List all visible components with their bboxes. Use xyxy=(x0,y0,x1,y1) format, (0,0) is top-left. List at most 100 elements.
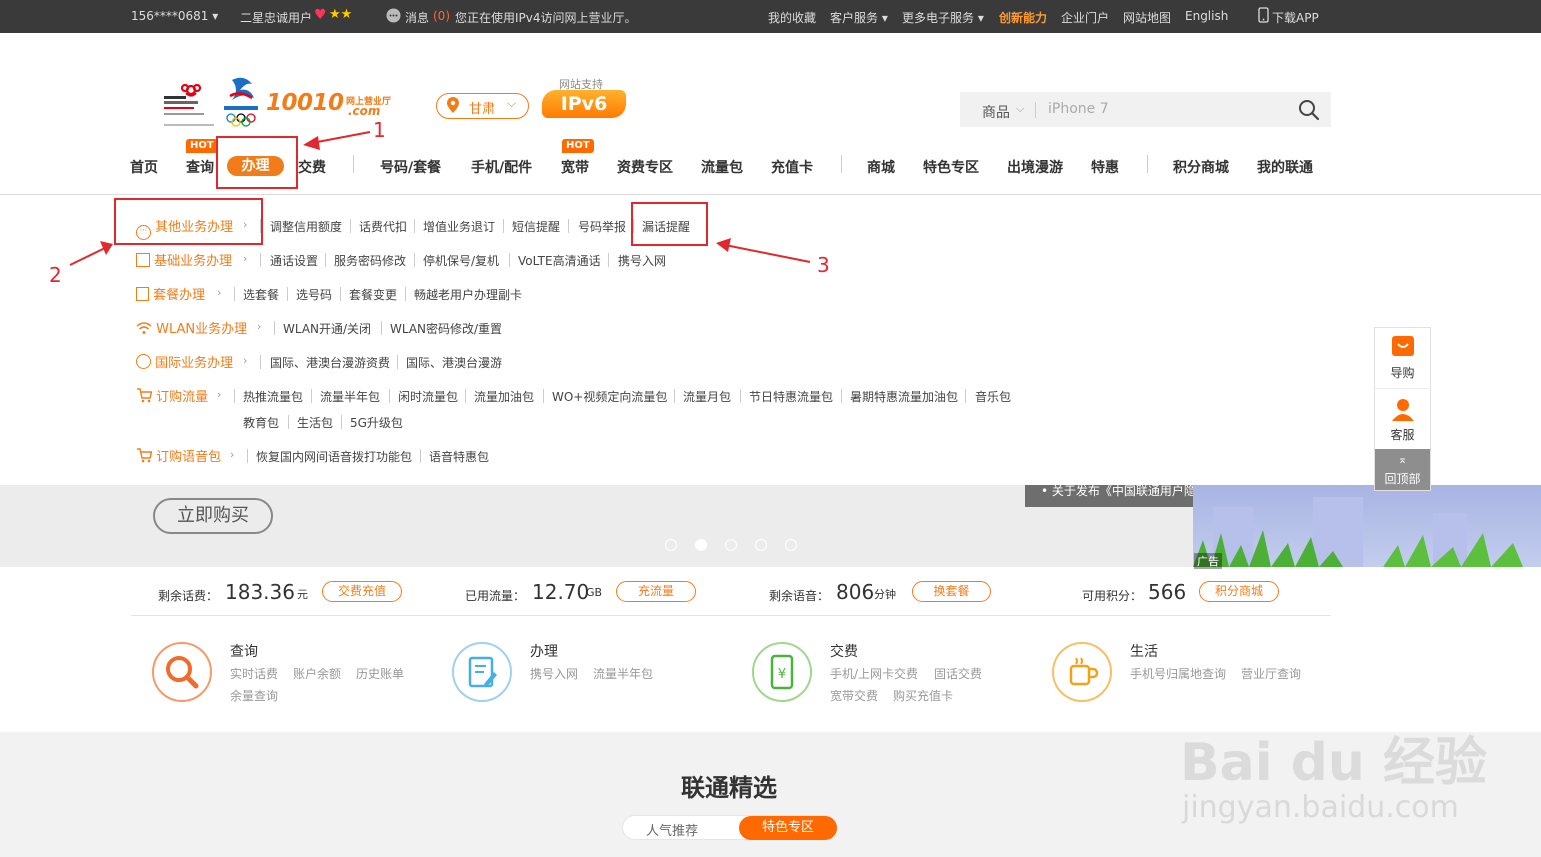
pay-service-title[interactable]: 交费 xyxy=(830,641,858,661)
menu-link[interactable]: 生活包 xyxy=(297,414,333,431)
menu-link[interactable]: WLAN密码修改/重置 xyxy=(390,320,502,337)
customer-service-label[interactable]: 客服 xyxy=(1375,426,1430,443)
menu-link[interactable]: WO+视频定向流量包 xyxy=(552,388,667,405)
balance-value: 183.36 xyxy=(225,580,295,604)
arrow-up-icon: ⌅ xyxy=(1397,453,1408,466)
service-link[interactable]: 账户余额 xyxy=(293,665,341,682)
service-link[interactable]: 宽带交费 xyxy=(830,687,878,704)
chevron-right-icon: › xyxy=(230,448,235,461)
carousel-dot-active[interactable] xyxy=(695,539,707,551)
chevron-right-icon: › xyxy=(217,388,222,401)
service-link[interactable]: 余量查询 xyxy=(230,687,278,704)
grass-illustration xyxy=(1193,497,1523,567)
menu-link[interactable]: 流量加油包 xyxy=(474,388,534,405)
pay-service-icon[interactable]: ¥ xyxy=(752,642,812,702)
divider xyxy=(397,355,398,369)
back-to-top-button[interactable]: ⌅ 回顶部 xyxy=(1375,449,1430,490)
handle-service-icon[interactable] xyxy=(452,642,512,702)
voice-value: 806 xyxy=(836,580,875,604)
buy-now-button[interactable]: 立即购买 xyxy=(153,498,273,534)
menu-link[interactable]: 国际、港澳台漫游 xyxy=(406,354,502,371)
tab-popular[interactable]: 人气推荐 xyxy=(646,820,698,839)
voice-label: 剩余语音： xyxy=(769,589,830,603)
menu-link[interactable]: 流量半年包 xyxy=(320,388,380,405)
menu-link[interactable]: 国际、港澳台漫游资费 xyxy=(270,354,390,371)
traffic-value: 12.70 xyxy=(532,580,590,604)
life-service-title[interactable]: 生活 xyxy=(1130,641,1158,661)
service-link[interactable]: 实时话费 xyxy=(230,665,278,682)
query-service-icon[interactable] xyxy=(152,642,212,702)
customer-service-icon[interactable] xyxy=(1390,396,1416,426)
points-mall-button[interactable]: 积分商城 xyxy=(1199,581,1279,602)
query-service-title[interactable]: 查询 xyxy=(230,641,258,661)
cart-icon xyxy=(136,388,153,407)
divider xyxy=(260,355,261,369)
menu-link[interactable]: 闲时流量包 xyxy=(398,388,458,405)
service-link[interactable]: 固话交费 xyxy=(934,665,982,682)
annotation-label: 2 xyxy=(49,263,62,287)
menu-category-traffic[interactable]: 订购流量 xyxy=(136,386,208,407)
menu-link[interactable]: 5G升级包 xyxy=(350,414,403,431)
menu-link[interactable]: WLAN开通/关闭 xyxy=(283,320,371,337)
carousel-dot[interactable] xyxy=(665,539,677,551)
divider xyxy=(465,389,466,403)
menu-link[interactable]: 热推流量包 xyxy=(243,388,303,405)
annotation-label: 1 xyxy=(373,118,386,142)
menu-link[interactable]: 流量月包 xyxy=(683,388,731,405)
shopping-guide-icon[interactable] xyxy=(1392,336,1414,356)
globe-icon xyxy=(136,354,151,369)
service-link[interactable]: 流量半年包 xyxy=(593,665,653,682)
ad-image[interactable] xyxy=(1193,485,1541,567)
divider xyxy=(1375,388,1430,389)
life-service-icon[interactable] xyxy=(1052,642,1112,702)
tab-special[interactable]: 特色专区 xyxy=(739,816,837,840)
service-link[interactable]: 手机/上网卡交费 xyxy=(830,665,918,682)
carousel-dot[interactable] xyxy=(755,539,767,551)
service-link[interactable]: 购买充值卡 xyxy=(893,687,953,704)
buy-traffic-button[interactable]: 充流量 xyxy=(616,581,696,602)
change-plan-button[interactable]: 换套餐 xyxy=(912,581,991,602)
service-link[interactable]: 营业厅查询 xyxy=(1241,665,1301,682)
side-float-panel: 导购 客服 ⌅ 回顶部 xyxy=(1374,327,1431,491)
carousel-dot[interactable] xyxy=(785,539,797,551)
menu-link[interactable]: 教育包 xyxy=(243,414,279,431)
service-link[interactable]: 历史账单 xyxy=(356,665,404,682)
menu-link[interactable]: 暑期特惠流量加油包 xyxy=(850,388,958,405)
back-to-top-label: 回顶部 xyxy=(1384,472,1421,486)
shopping-guide-label[interactable]: 导购 xyxy=(1375,364,1430,381)
divider xyxy=(841,389,842,403)
annotation-arrows xyxy=(69,131,811,266)
menu-category-voice[interactable]: 订购语音包 xyxy=(136,446,221,467)
baidu-watermark-url: jingyan.baidu.com xyxy=(1182,790,1459,825)
divider xyxy=(247,449,248,463)
divider xyxy=(341,415,342,429)
menu-link[interactable]: 音乐包 xyxy=(975,388,1011,405)
menu-category-wlan[interactable]: WLAN业务办理 xyxy=(136,318,247,339)
divider xyxy=(674,389,675,403)
menu-link[interactable]: 节日特惠流量包 xyxy=(749,388,833,405)
carousel-dot[interactable] xyxy=(725,539,737,551)
baidu-watermark: Bai du 经验 xyxy=(1180,733,1487,793)
divider xyxy=(381,321,382,335)
chevron-right-icon: › xyxy=(243,354,248,367)
featured-title: 联通精选 xyxy=(681,774,777,802)
annotation-label: 3 xyxy=(817,253,830,277)
divider xyxy=(420,449,421,463)
divider xyxy=(234,389,235,403)
balance-unit: 元 xyxy=(297,588,308,601)
recharge-button[interactable]: 交费充值 xyxy=(322,581,402,602)
service-link[interactable]: 携号入网 xyxy=(530,665,578,682)
divider xyxy=(288,415,289,429)
menu-link[interactable]: 恢复国内网间语音拨打功能包 xyxy=(256,448,412,465)
handle-service-title[interactable]: 办理 xyxy=(530,641,558,661)
ad-label: 广告 xyxy=(1194,553,1222,569)
menu-category-international[interactable]: 国际业务办理 xyxy=(136,352,233,371)
menu-link[interactable]: 语音特惠包 xyxy=(429,448,489,465)
cart-icon xyxy=(136,448,153,467)
divider xyxy=(389,389,390,403)
service-link[interactable]: 手机号归属地查询 xyxy=(1130,665,1226,682)
balance-label: 剩余话费： xyxy=(158,589,219,603)
voice-unit: 分钟 xyxy=(874,588,896,601)
divider xyxy=(965,389,966,403)
divider xyxy=(311,389,312,403)
